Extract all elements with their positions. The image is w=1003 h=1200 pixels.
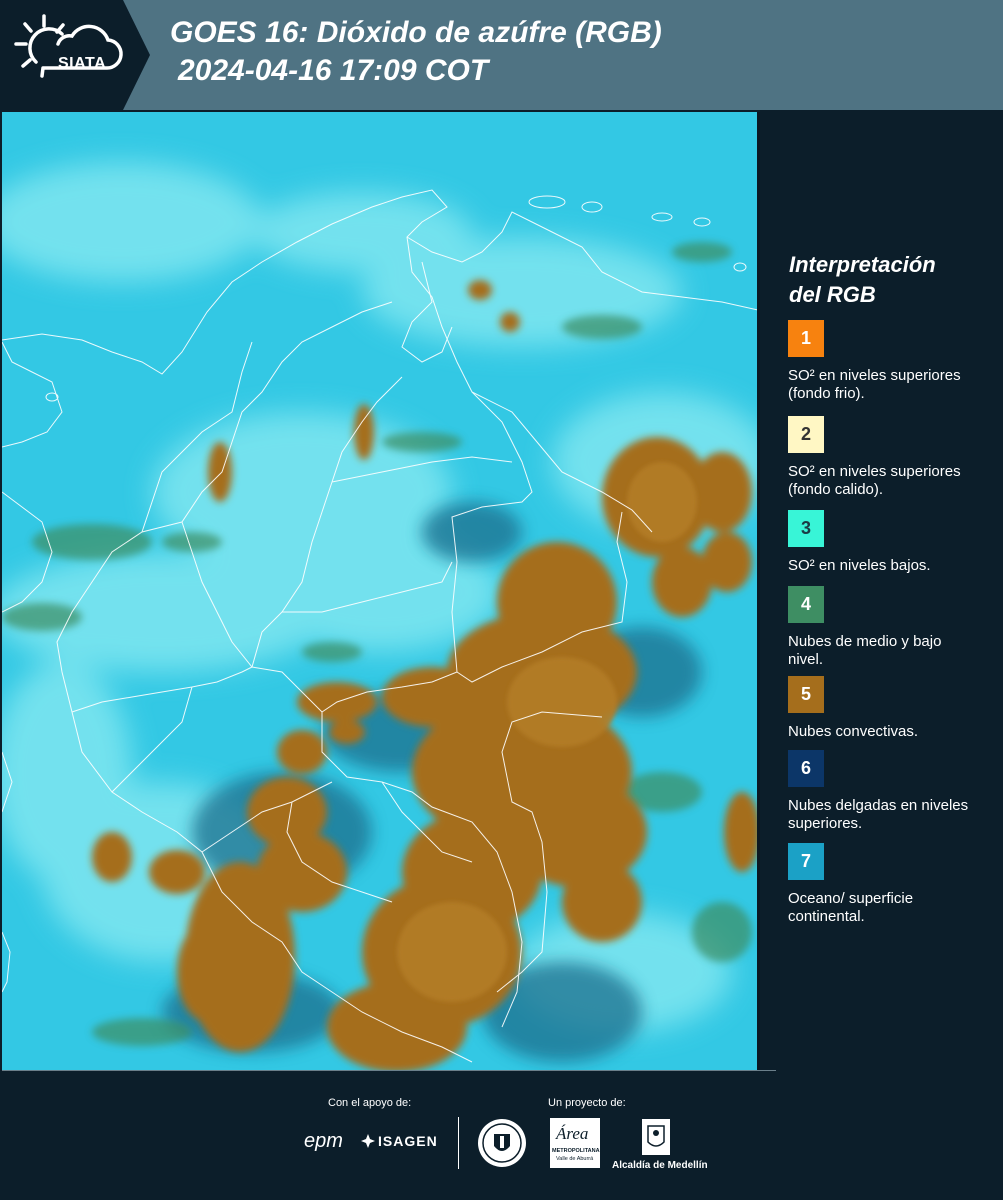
area-logo-sub: METROPOLITANA (552, 1148, 600, 1154)
legend-label: Oceano/ superficie continental. (788, 890, 914, 925)
alcaldia-shield-icon[interactable] (641, 1118, 671, 1156)
support-label: Con el apoyo de: (328, 1097, 412, 1109)
isagen-logo[interactable]: ISAGEN (378, 1133, 438, 1149)
alcaldia-label: Alcaldía de Medellín (612, 1160, 708, 1171)
siata-logo[interactable]: SIATA (14, 12, 126, 94)
legend-title-line-1: Interpretación (789, 252, 936, 277)
footer-divider (2, 1070, 776, 1071)
rgb-composite-image (2, 112, 758, 1070)
legend-item-6: 6 Nubes delgadas en niveles superiores. (788, 750, 978, 833)
legend-item-1: 1 SO² en niveles superiores (fondo frio). (788, 320, 978, 403)
legend-label: SO² en niveles superiores (fondo frio). (788, 367, 961, 402)
isagen-icon (361, 1134, 375, 1148)
project-label: Un proyecto de: (548, 1097, 626, 1109)
legend-swatch: 2 (788, 416, 824, 453)
satellite-map[interactable] (2, 112, 758, 1070)
legend-label: Nubes convectivas. (788, 723, 919, 740)
legend-swatch: 1 (788, 320, 824, 357)
legend-label: SO² en niveles bajos. (788, 557, 931, 574)
legend-swatch: 7 (788, 843, 824, 880)
header-bar: SIATA GOES 16: Dióxido de azúfre (RGB) 2… (0, 0, 1003, 110)
legend-title: Interpretación del RGB (789, 250, 989, 310)
epm-logo[interactable]: epm (304, 1130, 343, 1153)
title-line-2: 2024-04-16 17:09 COT (178, 54, 489, 87)
footer-bar: Con el apoyo de: Un proyecto de: epm ISA… (0, 1070, 1003, 1200)
page-title: GOES 16: Dióxido de azúfre (RGB) 2024-04… (170, 14, 662, 90)
legend-swatch: 5 (788, 676, 824, 713)
logo-text: SIATA (58, 55, 107, 72)
legend-label: Nubes de medio y bajo nivel. (788, 633, 942, 668)
footer-separator (458, 1117, 459, 1169)
legend-swatch: 4 (788, 586, 824, 623)
legend-swatch: 6 (788, 750, 824, 787)
legend-item-2: 2 SO² en niveles superiores (fondo calido… (788, 416, 978, 499)
area-metropolitana-logo[interactable]: Área METROPOLITANA Valle de Aburrá (550, 1118, 600, 1168)
legend-title-line-2: del RGB (789, 282, 876, 307)
legend-item-5: 5 Nubes convectivas. (788, 676, 978, 741)
legend-label: SO² en niveles superiores (fondo calido)… (788, 463, 961, 498)
area-logo-word: Área (556, 1124, 589, 1143)
legend-swatch: 3 (788, 510, 824, 547)
medellin-seal-icon[interactable] (477, 1118, 527, 1168)
legend-panel: Interpretación del RGB 1 SO² en niveles s… (760, 110, 1003, 1070)
sun-cloud-icon (14, 14, 123, 78)
legend-label: Nubes delgadas en niveles superiores. (788, 797, 969, 832)
area-logo-sub2: Valle de Aburrá (556, 1156, 594, 1162)
legend-item-3: 3 SO² en niveles bajos. (788, 510, 978, 575)
legend-item-7: 7 Oceano/ superficie continental. (788, 843, 978, 926)
title-line-1: GOES 16: Dióxido de azúfre (RGB) (170, 16, 662, 49)
legend-item-4: 4 Nubes de medio y bajo nivel. (788, 586, 978, 669)
